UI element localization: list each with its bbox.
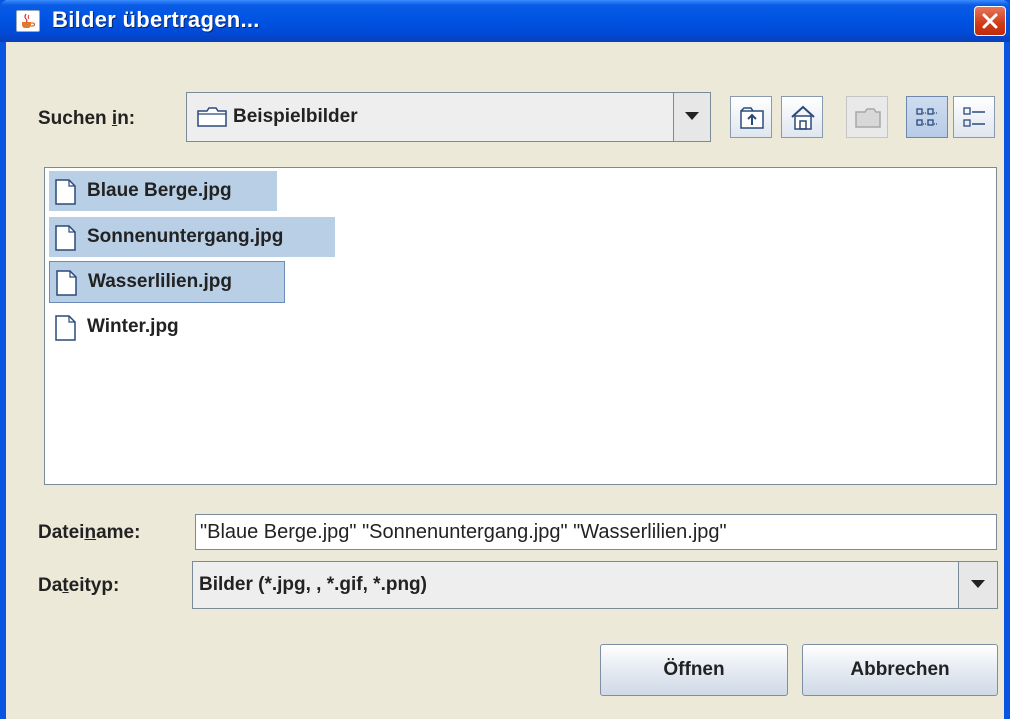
list-view-icon (916, 108, 937, 126)
new-folder-icon (855, 108, 881, 128)
list-view-button[interactable] (906, 96, 948, 138)
lookin-value: Beispielbilder (233, 106, 358, 127)
cancel-button[interactable]: Abbrechen (802, 644, 998, 696)
window-title: Bilder übertragen... (52, 7, 260, 32)
title-bar[interactable]: Bilder übertragen... (0, 0, 1010, 42)
up-one-level-button[interactable] (730, 96, 772, 138)
home-icon (791, 105, 815, 130)
open-button[interactable]: Öffnen (600, 644, 788, 696)
lookin-dropdown-button[interactable] (673, 93, 710, 141)
close-button[interactable] (974, 6, 1006, 36)
java-cup-icon (16, 10, 40, 32)
filetype-combobox[interactable]: Bilder (*.jpg, , *.gif, *.png) (192, 561, 998, 609)
file-icon (56, 270, 77, 296)
file-chooser-dialog: Bilder übertragen... Suchen in: Beispiel… (0, 0, 1010, 719)
file-item-blaue-berge[interactable]: Blaue Berge.jpg (49, 171, 277, 211)
file-icon (55, 225, 76, 251)
filename-label: Dateiname: (38, 522, 141, 543)
chevron-down-icon (971, 580, 985, 588)
filetype-label: Dateityp: (38, 575, 120, 596)
file-item-sonnenuntergang[interactable]: Sonnenuntergang.jpg (49, 217, 335, 257)
folder-icon (197, 107, 227, 127)
filetype-value: Bilder (*.jpg, , *.gif, *.png) (199, 574, 427, 595)
details-view-icon (963, 107, 985, 127)
filetype-dropdown-button[interactable] (958, 562, 997, 608)
filename-value: "Blaue Berge.jpg" "Sonnenuntergang.jpg" … (200, 521, 727, 543)
file-name: Sonnenuntergang.jpg (87, 226, 284, 247)
file-item-winter[interactable]: Winter.jpg (49, 307, 249, 347)
close-icon (982, 13, 998, 29)
file-list[interactable]: Blaue Berge.jpg Sonnenuntergang.jpg Wass… (44, 167, 997, 485)
lookin-label: Suchen in: (38, 108, 136, 129)
file-name: Blaue Berge.jpg (87, 180, 232, 201)
file-item-wasserlilien[interactable]: Wasserlilien.jpg (49, 261, 285, 303)
file-icon (55, 179, 76, 205)
lookin-combobox[interactable]: Beispielbilder (186, 92, 711, 142)
filename-input[interactable]: "Blaue Berge.jpg" "Sonnenuntergang.jpg" … (195, 514, 997, 550)
file-name: Winter.jpg (87, 316, 179, 337)
home-button[interactable] (781, 96, 823, 138)
details-view-button[interactable] (953, 96, 995, 138)
file-icon (55, 315, 76, 341)
chevron-down-icon (685, 112, 699, 120)
folder-up-icon (740, 107, 764, 129)
file-name: Wasserlilien.jpg (88, 271, 232, 292)
new-folder-button[interactable] (846, 96, 888, 138)
